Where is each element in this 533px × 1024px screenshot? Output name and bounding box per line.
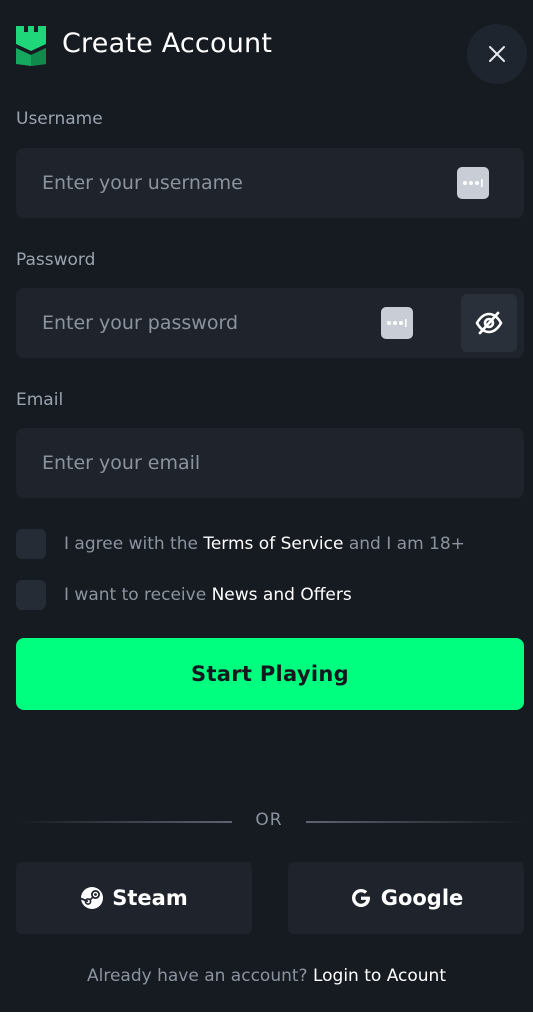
password-manager-icon[interactable] <box>457 167 489 199</box>
header: Create Account <box>0 0 533 90</box>
username-label: Username <box>16 109 103 129</box>
news-text: I want to receive News and Offers <box>64 584 352 606</box>
news-and-offers-link[interactable]: News and Offers <box>212 585 352 605</box>
steam-login-button[interactable]: Steam <box>16 862 252 934</box>
toggle-password-visibility-button[interactable] <box>461 294 517 352</box>
divider-line-right <box>306 821 524 823</box>
news-prefix: I want to receive <box>64 585 212 605</box>
steam-label: Steam <box>112 886 188 910</box>
terms-text: I agree with the Terms of Service and I … <box>64 533 465 555</box>
bottom-cutoff-strip <box>0 1012 533 1024</box>
username-input[interactable] <box>42 148 422 218</box>
start-playing-button[interactable]: Start Playing <box>16 638 524 710</box>
or-divider: OR <box>16 808 524 836</box>
terms-row: I agree with the Terms of Service and I … <box>16 529 524 559</box>
password-field-container <box>16 288 524 358</box>
email-input[interactable] <box>42 428 422 498</box>
google-login-button[interactable]: Google <box>288 862 524 934</box>
email-label: Email <box>16 390 64 410</box>
login-prompt-text: Already have an account? <box>87 966 313 986</box>
or-text: OR <box>255 810 283 830</box>
news-row: I want to receive News and Offers <box>16 580 524 610</box>
login-prompt: Already have an account? Login to Acount <box>0 964 533 988</box>
castle-tower-icon <box>16 26 46 66</box>
terms-suffix: and I am 18+ <box>343 534 465 554</box>
terms-of-service-link[interactable]: Terms of Service <box>203 534 343 554</box>
username-field-container <box>16 148 524 218</box>
login-link[interactable]: Login to Acount <box>313 966 446 986</box>
divider-line-left <box>16 821 232 823</box>
terms-checkbox[interactable] <box>16 529 46 559</box>
password-manager-icon[interactable] <box>381 307 413 339</box>
news-checkbox[interactable] <box>16 580 46 610</box>
eye-slash-icon <box>475 311 503 335</box>
steam-icon <box>80 887 104 909</box>
email-field-container <box>16 428 524 498</box>
close-button[interactable] <box>467 24 527 84</box>
dots-glyph <box>463 179 483 187</box>
password-label: Password <box>16 250 96 270</box>
page-title: Create Account <box>62 28 273 59</box>
google-label: Google <box>380 886 464 910</box>
close-icon <box>489 46 505 62</box>
google-icon <box>351 889 370 907</box>
password-input[interactable] <box>42 288 422 358</box>
dots-glyph <box>387 319 407 327</box>
terms-prefix: I agree with the <box>64 534 204 554</box>
create-account-page: Create Account Username Password <box>0 0 533 1024</box>
